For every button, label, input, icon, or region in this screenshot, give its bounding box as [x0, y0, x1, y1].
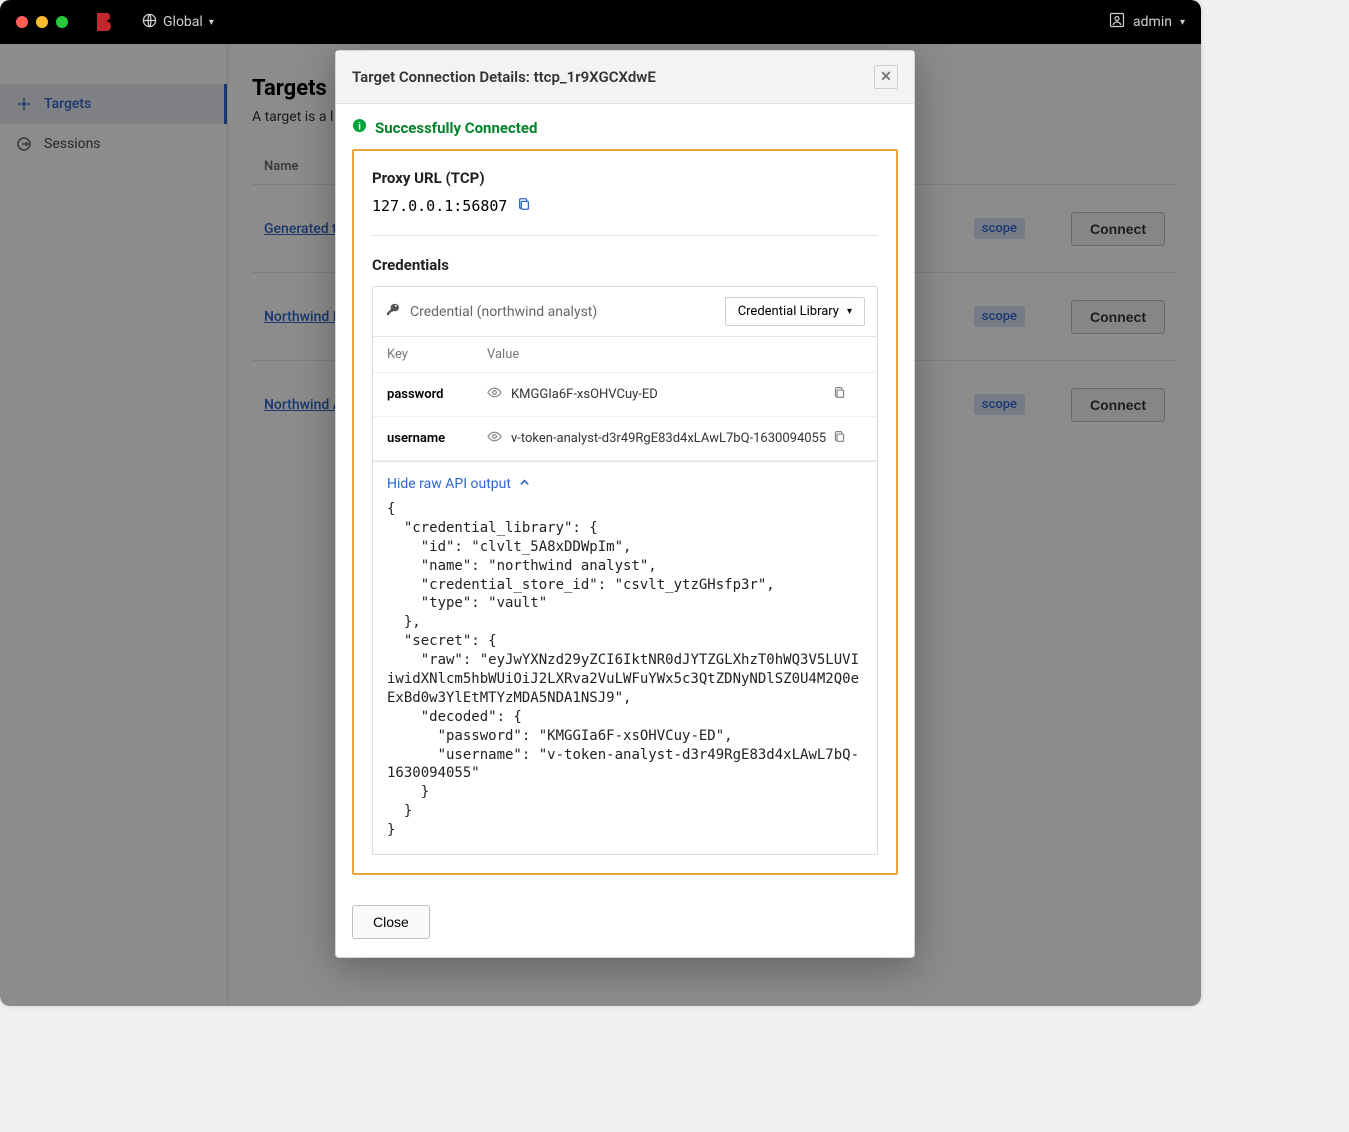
divider	[372, 235, 878, 236]
user-label: admin	[1133, 14, 1172, 30]
user-icon	[1109, 12, 1125, 32]
app-logo-icon	[92, 10, 114, 34]
column-value: Value	[487, 347, 833, 362]
credential-value: v-token-analyst-d3r49RgE83d4xLAwL7bQ-163…	[511, 431, 833, 446]
modal-content: Proxy URL (TCP) 127.0.0.1:56807 Credenti…	[352, 149, 898, 875]
connection-status: i Successfully Connected	[336, 104, 914, 137]
copy-icon[interactable]	[517, 197, 531, 215]
modal-header: Target Connection Details: ttcp_1r9XGCXd…	[336, 51, 914, 104]
credential-library-button[interactable]: Credential Library ▾	[725, 297, 865, 326]
raw-api-output: { "credential_library": { "id": "clvlt_5…	[387, 500, 863, 840]
column-key: Key	[387, 347, 487, 362]
app-window: Global ▾ admin ▾ Tar	[0, 0, 1201, 1006]
scope-selector[interactable]: Global ▾	[142, 13, 214, 32]
chevron-down-icon: ▾	[209, 17, 214, 28]
connection-details-modal: Target Connection Details: ttcp_1r9XGCXd…	[335, 50, 915, 958]
eye-icon[interactable]	[487, 385, 511, 404]
credential-name: Credential (northwind analyst)	[410, 304, 715, 320]
info-icon: i	[352, 118, 367, 137]
copy-icon[interactable]	[833, 386, 863, 403]
close-icon: ✕	[880, 69, 892, 85]
credentials-title: Credentials	[372, 256, 878, 274]
proxy-url-value: 127.0.0.1:56807	[372, 197, 507, 215]
credential-header: Credential (northwind analyst) Credentia…	[373, 287, 877, 337]
fullscreen-window-icon[interactable]	[56, 16, 68, 28]
key-icon	[385, 302, 400, 321]
chevron-down-icon: ▾	[847, 306, 852, 317]
close-button[interactable]: Close	[352, 905, 430, 939]
credential-row: password KMGGIa6F-xsOHVCuy-ED	[373, 373, 877, 417]
credential-box: Credential (northwind analyst) Credentia…	[372, 286, 878, 855]
credential-table-header: Key Value	[373, 337, 877, 373]
credential-library-label: Credential Library	[738, 304, 839, 319]
credential-value: KMGGIa6F-xsOHVCuy-ED	[511, 387, 833, 402]
eye-icon[interactable]	[487, 429, 511, 448]
proxy-url-row: 127.0.0.1:56807	[372, 197, 878, 215]
raw-toggle-label: Hide raw API output	[387, 476, 511, 492]
titlebar: Global ▾ admin ▾	[0, 0, 1201, 44]
status-text: Successfully Connected	[375, 119, 537, 137]
modal-title: Target Connection Details: ttcp_1r9XGCXd…	[352, 68, 656, 86]
globe-icon	[142, 13, 157, 32]
raw-output-toggle[interactable]: Hide raw API output	[387, 476, 863, 492]
credential-row: username v-token-analyst-d3r49RgE83d4xLA…	[373, 417, 877, 461]
modal-footer: Close	[336, 891, 914, 957]
modal-close-button[interactable]: ✕	[874, 65, 898, 89]
window-controls	[16, 16, 68, 28]
proxy-url-title: Proxy URL (TCP)	[372, 169, 878, 187]
raw-api-section: Hide raw API output { "credential_librar…	[373, 461, 877, 854]
user-menu[interactable]: admin ▾	[1109, 12, 1185, 32]
credential-key: password	[387, 387, 487, 402]
minimize-window-icon[interactable]	[36, 16, 48, 28]
scope-label: Global	[163, 14, 203, 30]
chevron-up-icon	[519, 476, 530, 492]
copy-icon[interactable]	[833, 430, 863, 447]
credential-key: username	[387, 431, 487, 446]
svg-text:i: i	[358, 121, 361, 132]
chevron-down-icon: ▾	[1180, 17, 1185, 28]
close-window-icon[interactable]	[16, 16, 28, 28]
